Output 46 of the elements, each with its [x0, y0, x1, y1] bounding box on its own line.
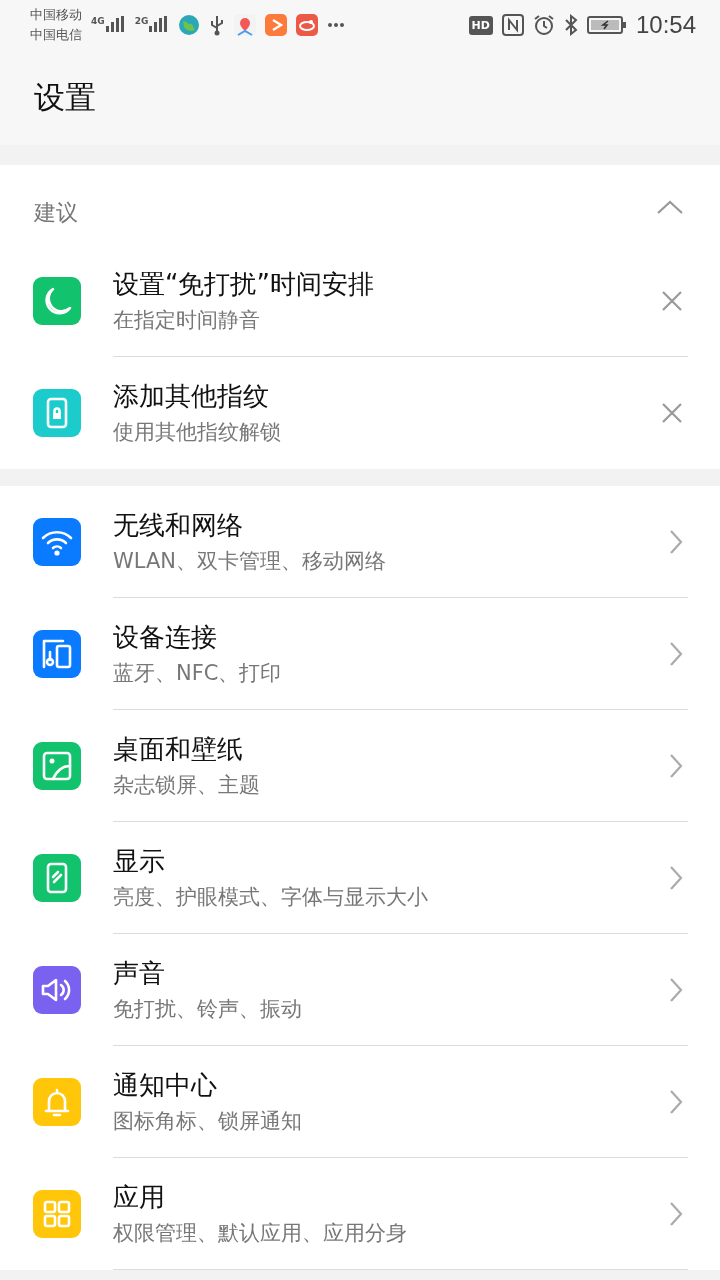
close-icon[interactable]: [661, 401, 683, 424]
settings-item-title[interactable]: 显示: [113, 842, 428, 879]
settings-item-title[interactable]: 应用: [113, 1178, 407, 1215]
chevron-up-icon[interactable]: [656, 199, 684, 215]
settings-item-subtitle: 蓝牙、NFC、打印: [113, 659, 282, 687]
chevron-right-icon[interactable]: [669, 864, 683, 891]
battery-icon: [586, 15, 627, 35]
section-title: 建议: [34, 199, 78, 227]
nfc-icon: [501, 14, 524, 36]
chevron-right-icon[interactable]: [669, 1088, 683, 1115]
signal-icon: [149, 16, 170, 34]
usb-icon: [209, 14, 226, 36]
network-type: 4G: [91, 16, 105, 26]
settings-item-title[interactable]: 桌面和壁纸: [113, 730, 260, 767]
hd-badge: HD: [468, 15, 493, 35]
settings-item-subtitle: 图标角标、锁屏通知: [113, 1107, 302, 1135]
settings-item-title[interactable]: 设备连接: [113, 618, 282, 655]
chevron-right-icon[interactable]: [669, 1200, 683, 1227]
network-type: 2G: [134, 16, 149, 26]
carrier-name: 中国移动: [30, 6, 82, 24]
settings-item-title[interactable]: 通知中心: [113, 1066, 302, 1103]
suggestion-item-subtitle: 在指定时间静音: [113, 306, 261, 334]
clock-time: 10:54: [635, 11, 696, 39]
chevron-right-icon[interactable]: [669, 640, 683, 667]
carrier-name: 中国电信: [30, 26, 82, 44]
settings-item-subtitle: 权限管理、默认应用、应用分身: [113, 1219, 407, 1247]
page-title: 设置: [34, 77, 96, 117]
settings-item-title[interactable]: 无线和网络: [113, 506, 387, 543]
chevron-right-icon[interactable]: [669, 528, 683, 555]
suggestion-item-title[interactable]: 设置“免打扰”时间安排: [113, 265, 374, 302]
globe-icon: [178, 14, 201, 36]
settings-item-subtitle: 亮度、护眼模式、字体与显示大小: [113, 883, 428, 911]
settings-item-subtitle: 杂志锁屏、主题: [113, 771, 260, 799]
suggestion-item-subtitle: 使用其他指纹解锁: [113, 418, 281, 446]
play-icon: [265, 14, 288, 36]
bluetooth-icon: [563, 14, 578, 36]
signal-icon: [105, 16, 126, 34]
suggestion-item-title[interactable]: 添加其他指纹: [113, 377, 281, 414]
close-icon[interactable]: [661, 289, 683, 312]
more-icon: [327, 22, 346, 28]
alarm-icon: [532, 14, 555, 36]
chevron-right-icon[interactable]: [669, 752, 683, 779]
settings-item-title[interactable]: 声音: [113, 954, 302, 991]
chevron-right-icon[interactable]: [669, 976, 683, 1003]
settings-item-subtitle: 免打扰、铃声、振动: [113, 995, 302, 1023]
settings-item-subtitle: WLAN、双卡管理、移动网络: [113, 547, 387, 575]
